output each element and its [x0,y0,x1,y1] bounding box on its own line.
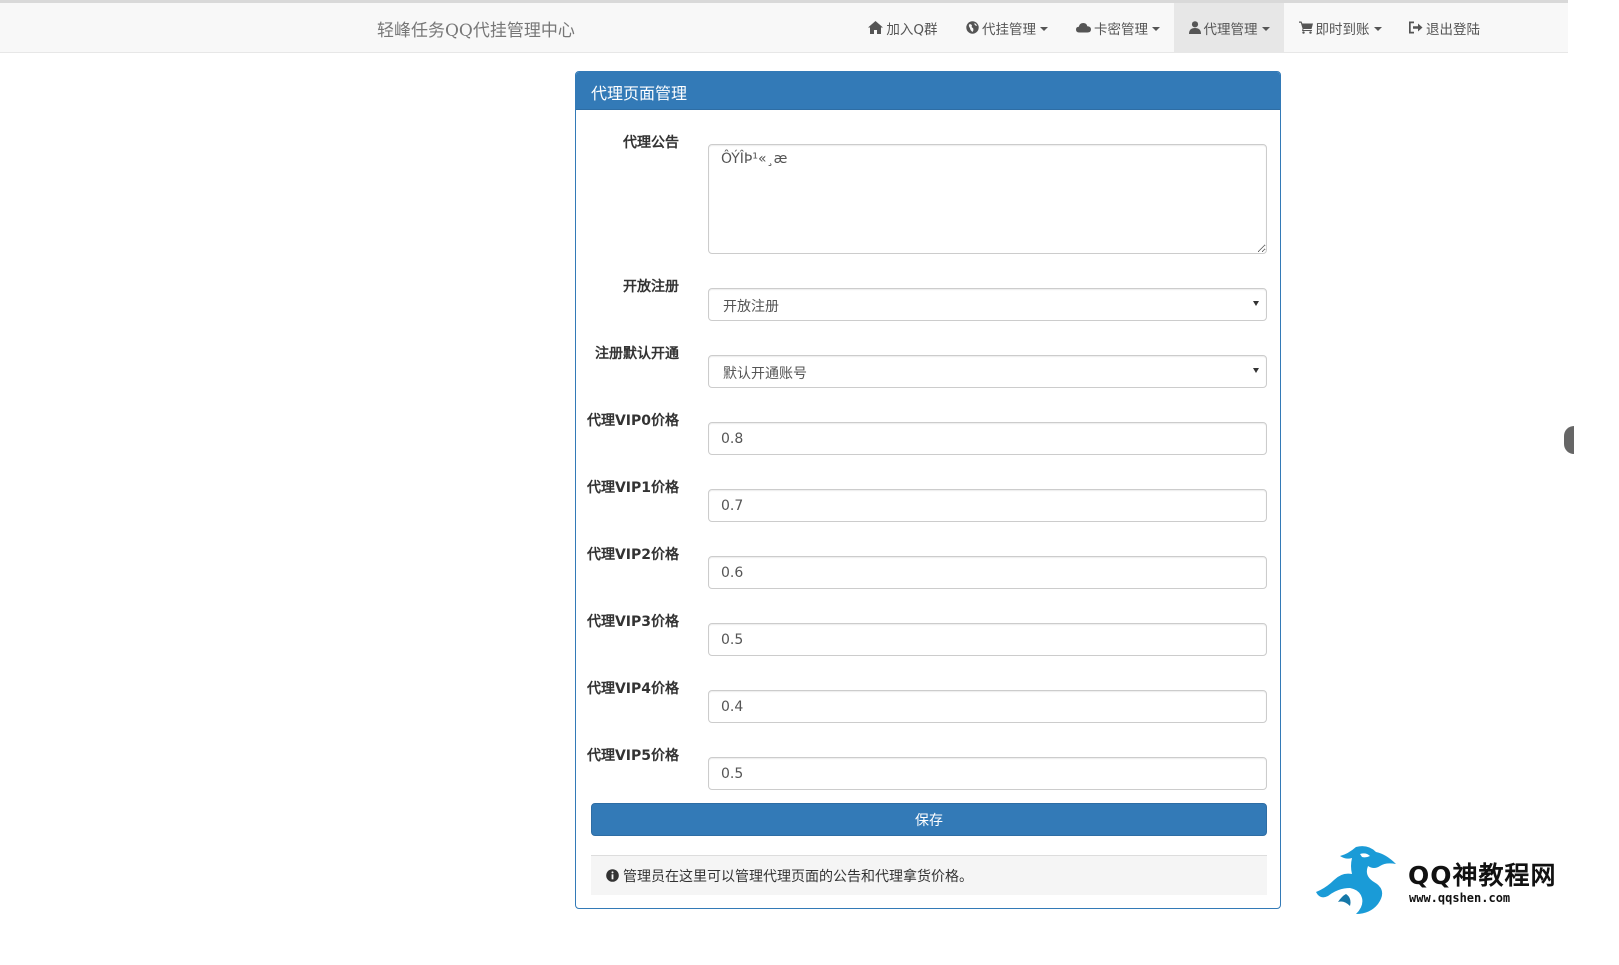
vip3-price-input[interactable] [708,623,1267,656]
info-icon [606,869,619,882]
vip1-price-label: 代理VIP1价格 [586,480,679,496]
nav-item-label: 退出登陆 [1426,21,1480,38]
notice-textarea[interactable]: ÔÝÎÞ¹«¸æ [708,144,1267,254]
chevron-down-icon [1152,26,1160,31]
top-navbar: 轻峰任务QQ代挂管理中心 加入Q群 代挂管理 卡密管理 代理管理 即时到账 退出… [0,3,1568,53]
nav-item-label: 即时到账 [1315,21,1370,38]
nav-item-label: 加入Q群 [886,21,938,38]
vip2-price-label: 代理VIP2价格 [586,547,679,563]
logout-icon [1408,21,1426,34]
chevron-down-icon [1261,26,1270,31]
vip1-price-input[interactable] [708,489,1267,522]
home-icon [868,21,886,34]
chevron-down-icon [1040,26,1048,31]
vip3-price-label: 代理VIP3价格 [586,614,679,630]
vip2-price-input[interactable] [708,556,1267,589]
select-arrow-icon [1253,301,1259,306]
user-icon [1188,21,1204,34]
watermark-title: QQ神教程网 [1408,861,1557,890]
watermark-url: www.qqshen.com [1409,891,1511,905]
vip0-price-input[interactable] [708,422,1267,455]
nav-item-label: 卡密管理 [1094,21,1148,38]
site-brand[interactable]: 轻峰任务QQ代挂管理中心 [377,16,575,41]
cart-icon [1298,21,1316,34]
default-open-label: 注册默认开通 [595,346,679,362]
nav-item-label: 代理管理 [1203,21,1258,38]
vip5-price-label: 代理VIP5价格 [586,748,679,764]
nav-item-logout[interactable]: 退出登陆 [1400,3,1488,52]
vip4-price-input[interactable] [708,690,1267,723]
nav-item-join-group[interactable]: 加入Q群 [861,3,945,52]
save-button[interactable]: 保存 [591,803,1267,836]
globe-icon [966,21,982,34]
vip0-price-label: 代理VIP0价格 [586,413,679,429]
info-note: 管理员在这里可以管理代理页面的公告和代理拿货价格。 [591,855,1267,895]
nav-item-card-manage[interactable]: 卡密管理 [1066,3,1170,52]
select-arrow-icon [1253,368,1259,373]
site-watermark: QQ神教程网 www.qqshen.com [1316,842,1556,917]
dragon-logo-icon [1316,842,1406,921]
select-value: 默认开通账号 [723,366,807,382]
nav-item-label: 代挂管理 [982,21,1036,38]
nav-item-hosting-manage[interactable]: 代挂管理 [955,3,1059,52]
open-register-label: 开放注册 [623,279,679,295]
vip4-price-label: 代理VIP4价格 [586,681,679,697]
agent-page-panel: 代理页面管理 代理公告 ÔÝÎÞ¹«¸æ 开放注册 开放注册 注册默认开通 默认… [575,71,1281,909]
vip5-price-input[interactable] [708,757,1267,790]
side-scroll-tab[interactable] [1564,426,1574,454]
chevron-down-icon [1373,26,1382,31]
info-text: 管理员在这里可以管理代理页面的公告和代理拿货价格。 [623,868,973,885]
select-value: 开放注册 [723,299,779,315]
panel-title: 代理页面管理 [591,84,688,103]
notice-label: 代理公告 [623,135,679,151]
open-register-select[interactable]: 开放注册 [708,288,1267,321]
cloud-icon [1076,22,1094,33]
nav-item-agent-manage[interactable]: 代理管理 [1174,3,1284,52]
panel-heading: 代理页面管理 [576,72,1280,110]
nav-item-instant-payment[interactable]: 即时到账 [1288,3,1392,52]
default-open-select[interactable]: 默认开通账号 [708,355,1267,388]
